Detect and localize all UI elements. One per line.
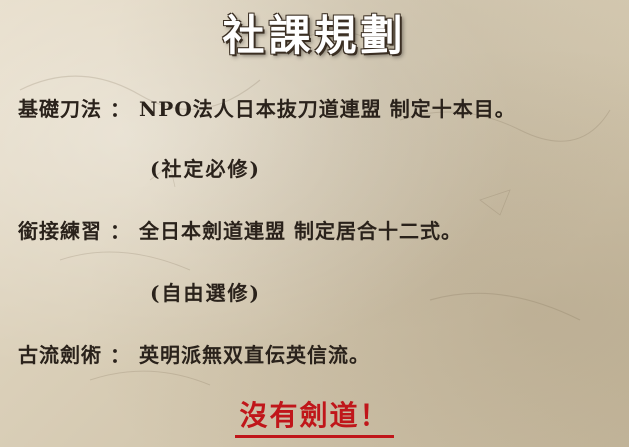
row-value: NPO法人日本抜刀道連盟 制定十本目。: [139, 97, 516, 121]
row-colon: ：: [110, 219, 131, 243]
row-bridge-practice: 銜接練習 ： 全日本劍道連盟 制定居合十二式。: [18, 215, 462, 244]
row-classical-swordsmanship: 古流劍術 ： 英明派無双直伝英信流。: [18, 339, 370, 368]
row-label: 銜接練習: [18, 219, 102, 243]
row-colon: ：: [110, 343, 131, 367]
row-basic-technique: 基礎刀法 ： NPO法人日本抜刀道連盟 制定十本目。: [18, 93, 516, 122]
slide: 社課規劃 基礎刀法 ： NPO法人日本抜刀道連盟 制定十本目。 (社定必修) 銜接練…: [0, 0, 629, 447]
slide-title: 社課規劃: [222, 11, 407, 60]
footer-banner: 沒有劍道！: [0, 397, 629, 438]
footer-text: 沒有劍道！: [235, 397, 394, 438]
note-required: (社定必修): [150, 157, 261, 181]
row-value: 全日本劍道連盟 制定居合十二式。: [139, 219, 462, 243]
row-label: 基礎刀法: [18, 97, 102, 121]
row-label: 古流劍術: [18, 343, 102, 367]
row-value: 英明派無双直伝英信流。: [139, 343, 370, 367]
note-elective: (自由選修): [150, 281, 261, 305]
row-colon: ：: [110, 97, 131, 121]
